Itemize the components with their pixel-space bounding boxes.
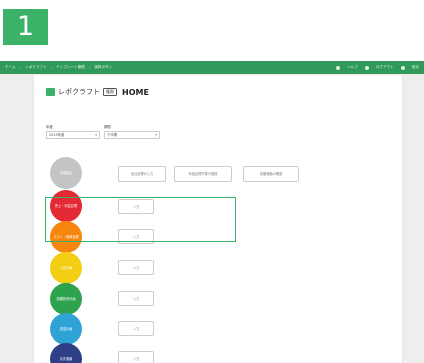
category-circle-funds[interactable]: 資金計画 [50,313,82,345]
year-select-value: 2019年度 [49,133,65,137]
year-filter-label: 年度 [46,125,53,129]
chevron-down-icon: ▾ [95,133,97,137]
period-filter-label: 期間 [104,125,111,129]
highlight-frame [45,197,236,242]
settings-link[interactable]: 設定 [412,65,419,70]
logout-icon[interactable] [364,65,369,70]
category-button-funds[interactable]: 入力 [118,321,154,336]
period-select-value: 下半期 [107,133,118,137]
page-title: HOME [122,87,149,97]
category-label: 設備投資計画 [56,297,76,301]
category-circle-monthly[interactable]: 月次実績 [50,343,82,363]
app-logo-icon [46,88,55,96]
category-label: 人員計画 [59,266,73,270]
step-number-badge: 1 [3,9,48,45]
category-button-staff[interactable]: 入力 [118,260,154,275]
chevron-down-icon: ▾ [155,133,157,137]
year-select[interactable]: 2019年度 ▾ [46,131,100,139]
role-tag: 権限 [103,88,117,96]
breadcrumb-item[interactable]: レポクラフト [25,65,47,70]
category-circle-staff[interactable]: 人員計画 [50,252,82,284]
help-icon[interactable] [336,65,341,70]
page-header: レポクラフト 権限 HOME [46,87,149,97]
category-circle-settings[interactable]: 共通設定 [50,157,82,189]
breadcrumb-item[interactable]: ホーム [5,65,16,70]
period-select[interactable]: 下半期 ▾ [104,131,160,139]
breadcrumb-item[interactable]: テンプレート管理 [56,65,85,70]
category-button-capex[interactable]: 入力 [118,291,154,306]
breadcrumb-item[interactable]: 演算ボタン [94,65,112,70]
category-button-monthly[interactable]: 入力 [118,351,154,363]
summary-button[interactable]: 前期実績の確認 [243,166,299,182]
category-circle-capex[interactable]: 設備投資計画 [50,283,82,315]
summary-button[interactable]: 年度目標予算の登録 [174,166,232,182]
top-bar-actions: ヘルプ ログアウト 設定 [336,65,419,70]
app-top-bar: ホーム › レポクラフト › テンプレート管理 › 演算ボタン ヘルプ ログアウト 設… [0,61,424,74]
category-label: 共通設定 [59,171,73,175]
breadcrumb: ホーム › レポクラフト › テンプレート管理 › 演算ボタン [5,65,113,70]
settings-icon[interactable] [400,65,405,70]
app-name: レポクラフト [58,88,100,96]
category-label: 資金計画 [59,327,73,331]
summary-button[interactable]: 全社目標の入力 [118,166,166,182]
logout-link[interactable]: ログアウト [376,65,394,70]
category-label: 月次実績 [59,357,73,361]
help-link[interactable]: ヘルプ [347,65,358,70]
